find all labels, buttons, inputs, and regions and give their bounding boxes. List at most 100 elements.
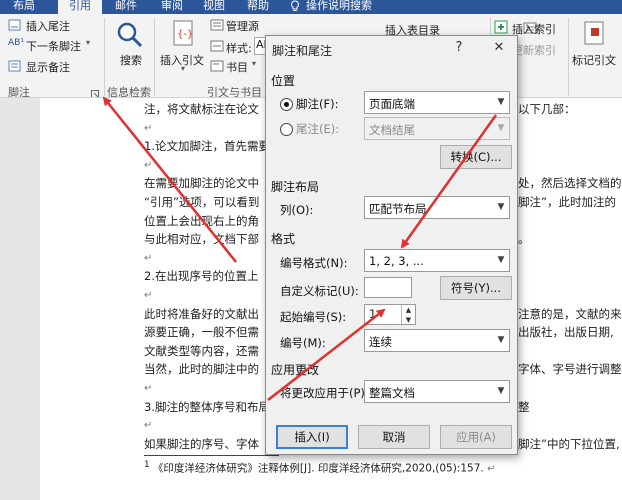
next-footnote-button[interactable]: 下一条脚注	[26, 38, 81, 54]
update-index-button: 更新索引	[512, 44, 556, 57]
bibliography-button[interactable]: 书目	[226, 59, 248, 75]
number-format-select[interactable]: 1, 2, 3, ... ▼	[364, 249, 510, 272]
start-at-label: 起始编号(S):	[280, 310, 347, 324]
custom-mark-label: 自定义标记(U):	[280, 284, 359, 298]
tab-mailings[interactable]: 邮件	[110, 0, 142, 14]
apply-button: 应用(A)	[440, 425, 512, 449]
document-line: 此时将准备好的文献出	[144, 306, 259, 321]
ribbon-separator	[154, 18, 155, 96]
close-button[interactable]: ✕	[490, 39, 508, 57]
tell-me-search[interactable]: 操作说明搜索	[306, 0, 386, 14]
document-line-tail: 字体、字号进行调整。	[518, 362, 622, 377]
tab-view[interactable]: 视图	[198, 0, 230, 14]
endnote-radio-label: 尾注(E):	[296, 122, 340, 136]
spin-up-icon[interactable]: ▲	[402, 305, 415, 315]
ribbon-separator	[104, 18, 105, 96]
start-at-input[interactable]: 1 ▲ ▼	[364, 304, 416, 326]
paragraph-mark-icon: ↵	[144, 252, 153, 264]
tab-help[interactable]: 帮助	[242, 0, 274, 14]
paragraph-mark-icon: ↵	[487, 463, 496, 475]
document-line-tail: 脚注”，此时加注的	[518, 195, 616, 209]
apply-to-label: 将更改应用于(P):	[280, 386, 369, 400]
chevron-down-icon: ▼	[497, 97, 505, 107]
apply-to-value: 整篇文档	[369, 386, 415, 400]
format-section-title: 格式	[271, 232, 296, 246]
numbering-select[interactable]: 连续 ▼	[364, 329, 510, 352]
document-line-tail: 整	[518, 399, 530, 414]
document-line: 如果脚注的序号、字体	[144, 436, 259, 451]
custom-mark-input[interactable]	[364, 277, 412, 298]
footnote-endnote-dialog: 脚注和尾注 ? ✕ 位置 脚注(F): 页面底端 ▼ 尾注(E): 文档结尾 ▼…	[265, 35, 518, 455]
layout-section-title: 脚注布局	[271, 180, 320, 194]
mark-citation-icon	[582, 20, 608, 51]
document-line: ↵	[144, 250, 152, 264]
document-line-tail: 注意的是，文献的来	[518, 306, 622, 321]
next-footnote-dropdown-icon[interactable]: ▾	[86, 38, 90, 47]
paragraph-mark-icon: ↵	[144, 290, 153, 301]
help-button[interactable]: ?	[450, 39, 468, 57]
endnote-position-value: 文档结尾	[369, 123, 415, 137]
lightbulb-icon	[288, 0, 302, 14]
document-line: 与此相对应，文档下部	[144, 232, 259, 247]
document-line: 位置上会出现右上的角	[144, 213, 259, 228]
mark-citation-button[interactable]: 标记引文	[572, 52, 616, 68]
document-line: ↵	[144, 287, 152, 301]
document-line: 当然，此时的脚注中的	[144, 362, 259, 377]
show-notes-icon	[8, 60, 22, 75]
cancel-button[interactable]: 取消	[358, 425, 430, 449]
columns-select[interactable]: 匹配节布局 ▼	[364, 196, 510, 219]
document-line-tail: 处，然后选择文档的	[518, 176, 622, 191]
bibliography-dropdown-icon[interactable]: ▾	[252, 59, 256, 68]
tab-references[interactable]: 引用	[58, 0, 102, 14]
footnote-separator	[144, 455, 279, 456]
insert-citation-dropdown-icon[interactable]: ▾	[181, 64, 185, 73]
symbol-button[interactable]: 符号(Y)...	[440, 276, 512, 300]
manage-sources-button[interactable]: 管理源	[226, 18, 259, 34]
tab-review[interactable]: 审阅	[156, 0, 188, 14]
document-line: 源要正确，一般不但需	[144, 325, 259, 340]
bibliography-icon	[210, 60, 224, 75]
start-at-value: 1	[369, 307, 377, 321]
paragraph-mark-icon: ↵	[144, 122, 153, 134]
research-group-label: 信息检索	[107, 86, 151, 98]
insert-endnote-icon	[8, 19, 22, 34]
document-line: 在需要加脚注的论文中	[144, 176, 259, 191]
document-line: ↵	[144, 380, 152, 394]
footnote-position-value: 页面底端	[369, 97, 415, 111]
document-line-tail: 出版社，出版日期,	[518, 325, 614, 340]
ribbon-separator	[568, 18, 569, 96]
numbering-value: 连续	[369, 335, 392, 349]
spin-down-icon[interactable]: ▼	[402, 315, 415, 325]
paragraph-mark-icon: ↵	[144, 420, 153, 432]
document-line-tail: 脚注”中的下拉位置,	[518, 436, 620, 451]
citation-group-label: 引文与书目	[207, 86, 262, 98]
insert-index-button[interactable]: 插入索引	[512, 21, 556, 37]
insert-button[interactable]: 插入(I)	[276, 425, 348, 449]
insert-citation-icon: {-}	[172, 20, 196, 49]
start-at-spinner[interactable]: ▲ ▼	[401, 305, 415, 326]
footnote-group-label: 脚注	[8, 86, 30, 98]
document-line-tail: 以下几部：	[518, 102, 576, 116]
footnote-entry: 1 《印度洋经济体研究》注释体例[J]. 印度洋经济体研究,2020,(05):…	[144, 460, 496, 476]
document-line: ↵	[144, 417, 152, 431]
number-format-value: 1, 2, 3, ...	[369, 254, 424, 268]
footnote-position-select[interactable]: 页面底端 ▼	[364, 91, 510, 114]
tab-layout[interactable]: 布局	[6, 0, 42, 14]
style-label: 样式:	[226, 42, 252, 55]
endnote-radio[interactable]	[280, 123, 293, 136]
style-icon	[210, 40, 224, 55]
position-section-title: 位置	[271, 74, 296, 88]
convert-button[interactable]: 转换(C)...	[440, 145, 512, 169]
search-button[interactable]: 搜索	[120, 52, 142, 68]
footnote-number: 1	[144, 460, 150, 470]
apply-to-select[interactable]: 整篇文档 ▼	[364, 380, 510, 403]
footnote-dialog-launcher-icon[interactable]	[91, 87, 99, 97]
document-line: ↵	[144, 157, 152, 171]
show-notes-button[interactable]: 显示备注	[26, 59, 70, 75]
insert-endnote-button[interactable]: 插入尾注	[26, 18, 70, 34]
document-line: ↵	[144, 120, 152, 134]
svg-text:{-}: {-}	[177, 29, 193, 40]
apply-section-title: 应用更改	[271, 363, 320, 377]
document-line: 2.在出现序号的位置上	[144, 269, 259, 284]
footnote-radio[interactable]	[280, 98, 293, 111]
